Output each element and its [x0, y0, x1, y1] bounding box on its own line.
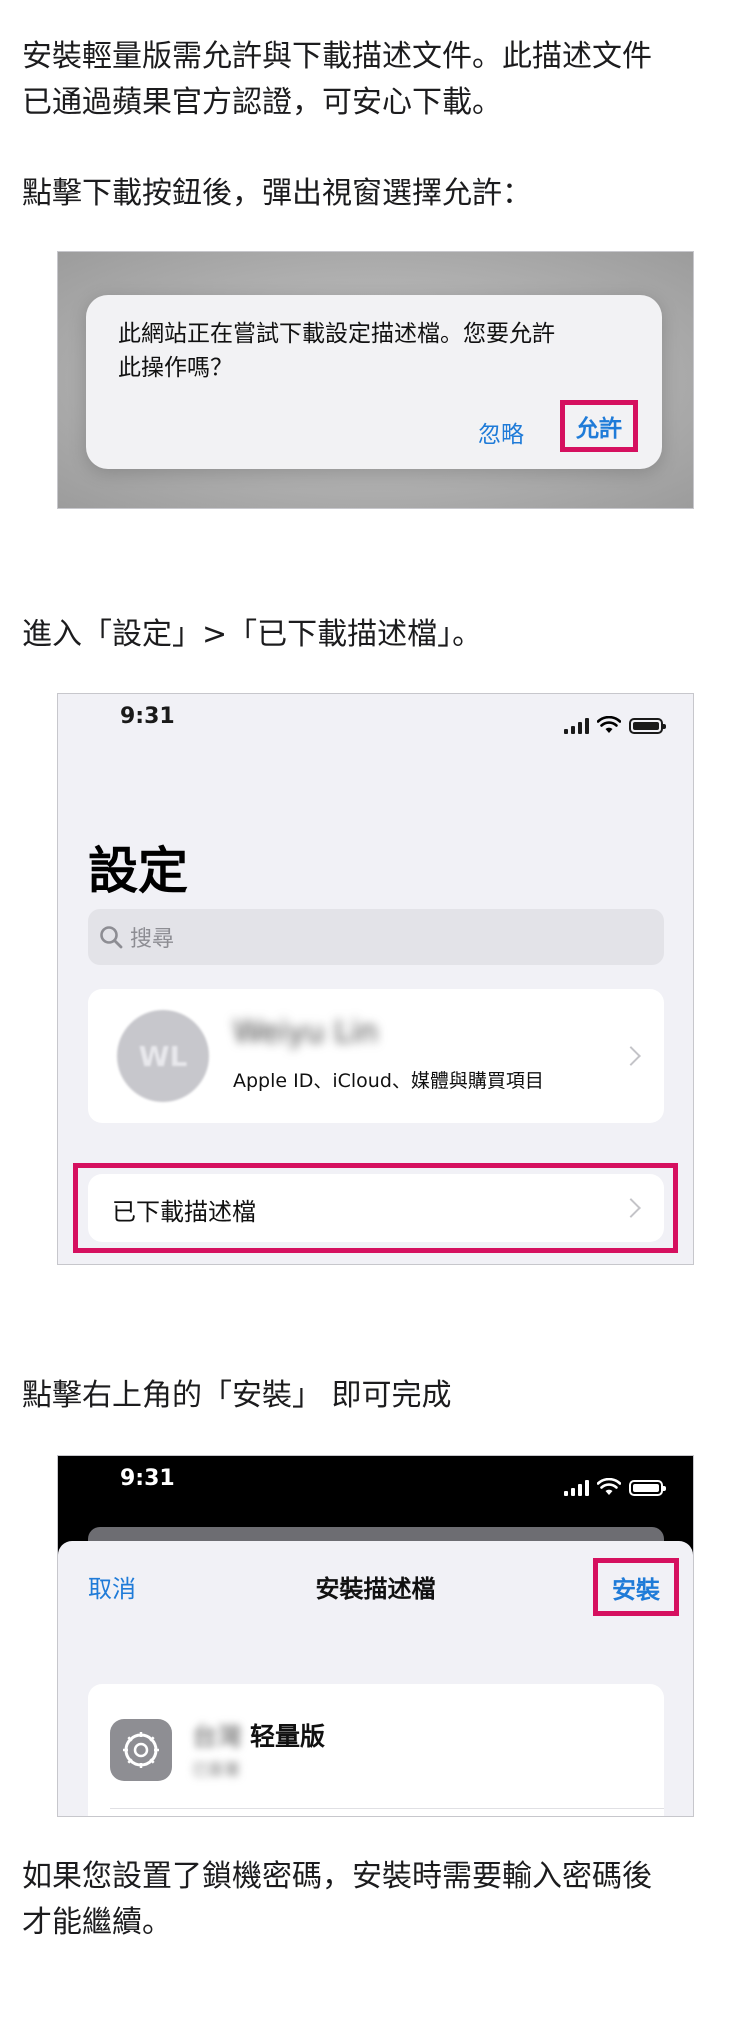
profile-name-visible: 轻量版 — [249, 1722, 325, 1751]
alert-message: 此網站正在嘗試下載設定描述檔。您要允許 此操作嗎？ — [118, 321, 555, 381]
footer-line-2: 才能繼續。 — [22, 1905, 172, 1940]
cellular-signal-icon — [564, 718, 589, 734]
allow-button[interactable]: 允許 — [565, 405, 633, 447]
footer-line-1: 如果您設置了鎖機密碼，安裝時需要輸入密碼後 — [22, 1859, 652, 1894]
settings-screenshot: 9:31 設定 搜尋 WL Weiyu Lin Apple ID、iCloud、… — [57, 693, 694, 1265]
intro-line-1: 安裝輕量版需允許與下載描述文件。此描述文件 — [22, 39, 652, 74]
gear-icon — [110, 1719, 172, 1781]
search-icon — [100, 926, 123, 949]
step1-text: 點擊下載按鈕後，彈出視窗選擇允許： — [22, 176, 532, 211]
cellular-signal-icon — [564, 1480, 589, 1496]
downloaded-profile-highlight-box: 已下載描述檔 — [73, 1163, 678, 1253]
wifi-icon — [597, 1478, 621, 1495]
page-title: 設定 — [88, 842, 188, 900]
search-placeholder: 搜尋 — [130, 927, 175, 952]
footer-text: 如果您設置了鎖機密碼，安裝時需要輸入密碼後 才能繼續。 — [22, 1854, 728, 1946]
avatar: WL — [117, 1010, 209, 1102]
profile-name: 台灣 轻量版 — [192, 1717, 325, 1753]
install-button[interactable]: 安裝 — [598, 1563, 674, 1611]
profile-subtitle: Apple ID、iCloud、媒體與購買項目 — [233, 1070, 544, 1092]
wifi-icon — [597, 716, 621, 733]
search-bar[interactable]: 搜尋 — [88, 909, 664, 965]
ignore-button[interactable]: 忽略 — [478, 415, 524, 449]
install-profile-sheet: 取消 安裝描述檔 安裝 台灣 轻量版 已簽署 — [58, 1541, 693, 1816]
profile-card: 台灣 轻量版 已簽署 — [88, 1684, 664, 1816]
status-time: 9:31 — [120, 1466, 175, 1491]
step3-text: 點擊右上角的「安裝」 即可完成 — [22, 1378, 452, 1413]
profile-name: Weiyu Lin — [233, 1015, 379, 1050]
allow-download-screenshot: 此網站正在嘗試下載設定描述檔。您要允許 此操作嗎？ 忽略 允許 — [57, 251, 694, 509]
downloaded-profile-row[interactable]: 已下載描述檔 — [88, 1174, 664, 1242]
status-icons — [564, 1476, 666, 1496]
battery-icon — [629, 718, 666, 734]
intro-text: 安裝輕量版需允許與下載描述文件。此描述文件 已通過蘋果官方認證，可安心下載。 — [22, 34, 728, 126]
allow-highlight-box: 允許 — [560, 400, 638, 452]
divider — [110, 1808, 664, 1809]
status-icons — [564, 714, 666, 734]
chevron-right-icon — [621, 1198, 641, 1218]
install-profile-screenshot: 9:31 取消 安裝描述檔 安裝 台灣 轻量版 已簽署 — [57, 1455, 694, 1817]
intro-line-2: 已通過蘋果官方認證，可安心下載。 — [22, 85, 502, 120]
chevron-right-icon — [621, 1046, 641, 1066]
download-profile-alert: 此網站正在嘗試下載設定描述檔。您要允許 此操作嗎？ 忽略 允許 — [86, 295, 662, 469]
status-time: 9:31 — [120, 704, 175, 729]
downloaded-profile-label: 已下載描述檔 — [112, 1198, 256, 1226]
install-highlight-box: 安裝 — [593, 1558, 679, 1616]
battery-icon — [629, 1480, 666, 1496]
profile-name-blurred: 台灣 — [192, 1722, 250, 1751]
profile-subtitle: 已簽署 — [192, 1760, 241, 1779]
step2-text: 進入「設定」>「已下載描述檔」。 — [22, 617, 483, 652]
apple-id-card[interactable]: WL Weiyu Lin Apple ID、iCloud、媒體與購買項目 — [88, 989, 664, 1123]
